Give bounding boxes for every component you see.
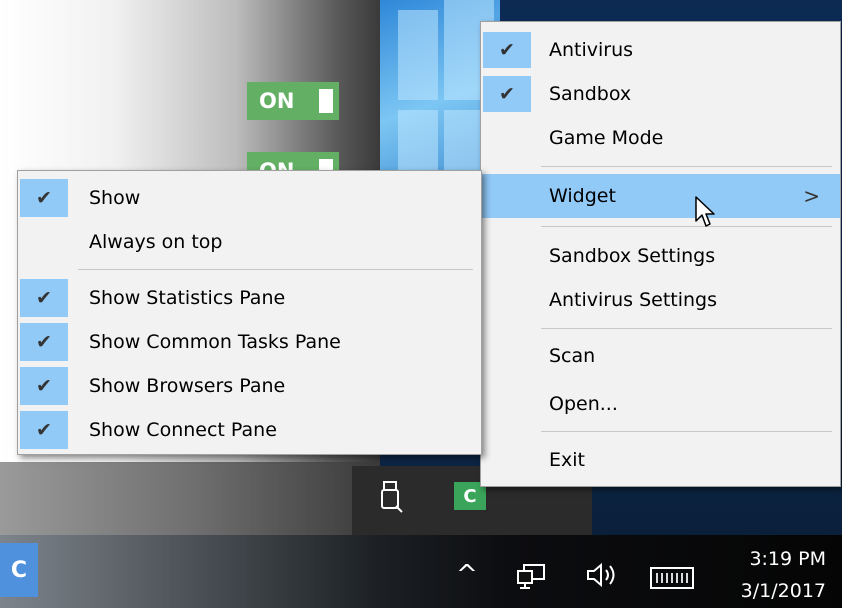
menu-item-show-statistics-pane[interactable]: ✔ Show Statistics Pane xyxy=(18,277,481,319)
checkmark-icon: ✔ xyxy=(499,39,515,61)
checkmark-icon: ✔ xyxy=(36,331,52,353)
clock-time: 3:19 PM xyxy=(749,548,826,570)
menu-item-label: Open... xyxy=(549,393,618,415)
menu-separator xyxy=(541,166,832,167)
taskbar-app-glyph: C xyxy=(10,557,28,583)
menu-item-show-browsers-pane[interactable]: ✔ Show Browsers Pane xyxy=(18,365,481,407)
menu-item-widget[interactable]: Widget > xyxy=(481,174,840,218)
menu-item-label: Antivirus Settings xyxy=(549,289,718,311)
menu-item-sandbox[interactable]: ✔ Sandbox xyxy=(481,74,840,114)
menu-item-label: Widget xyxy=(549,185,616,207)
menu-item-label: Show Connect Pane xyxy=(89,419,277,441)
taskbar-app-icon[interactable]: C xyxy=(0,543,38,597)
menu-item-antivirus-settings[interactable]: Antivirus Settings xyxy=(481,280,840,320)
menu-item-show-common-tasks-pane[interactable]: ✔ Show Common Tasks Pane xyxy=(18,321,481,363)
comodo-tray-icon-glyph: C xyxy=(463,485,477,507)
check-column: ✔ xyxy=(20,179,68,217)
check-column: ✔ xyxy=(20,279,68,317)
menu-item-show-connect-pane[interactable]: ✔ Show Connect Pane xyxy=(18,409,481,451)
taskbar xyxy=(0,535,842,608)
checkmark-icon: ✔ xyxy=(36,287,52,309)
menu-item-label: Show Browsers Pane xyxy=(89,375,286,397)
menu-separator xyxy=(541,328,832,329)
menu-item-always-on-top[interactable]: Always on top xyxy=(18,221,481,263)
touch-keyboard-icon[interactable] xyxy=(650,567,694,589)
menu-separator xyxy=(541,431,832,432)
menu-item-label: Scan xyxy=(549,345,596,367)
menu-item-sandbox-settings[interactable]: Sandbox Settings xyxy=(481,236,840,276)
widget-submenu: ✔ Show Always on top ✔ Show Statistics P… xyxy=(17,170,482,455)
check-column: ✔ xyxy=(20,411,68,449)
antivirus-toggle-label: ON xyxy=(259,89,295,113)
network-icon[interactable] xyxy=(515,563,547,591)
check-column: ✔ xyxy=(483,76,531,112)
keyboard-keys xyxy=(656,573,688,583)
menu-item-label: Show xyxy=(89,187,141,209)
menu-item-scan[interactable]: Scan xyxy=(481,336,840,376)
menu-item-label: Antivirus xyxy=(549,39,634,61)
show-hidden-icons-chevron-up-icon[interactable]: ^ xyxy=(456,560,478,590)
taskbar-clock[interactable]: 3:19 PM 3/1/2017 xyxy=(718,543,826,607)
checkmark-icon: ✔ xyxy=(36,419,52,441)
clock-date: 3/1/2017 xyxy=(740,580,826,602)
menu-item-game-mode[interactable]: Game Mode xyxy=(481,118,840,158)
antivirus-toggle[interactable]: ON xyxy=(247,82,339,120)
usb-device-icon[interactable] xyxy=(378,480,406,514)
menu-item-antivirus[interactable]: ✔ Antivirus xyxy=(481,30,840,70)
menu-separator xyxy=(541,226,832,227)
tray-context-menu: ✔ Antivirus ✔ Sandbox Game Mode Widget >… xyxy=(480,21,841,487)
checkmark-icon: ✔ xyxy=(36,375,52,397)
menu-item-label: Show Statistics Pane xyxy=(89,287,286,309)
checkmark-icon: ✔ xyxy=(499,83,515,105)
menu-item-label: Always on top xyxy=(89,231,223,253)
check-column: ✔ xyxy=(20,323,68,361)
menu-item-label: Sandbox Settings xyxy=(549,245,716,267)
menu-item-label: Game Mode xyxy=(549,127,664,149)
chevron-right-icon: > xyxy=(803,184,820,208)
check-column: ✔ xyxy=(483,32,531,68)
menu-separator xyxy=(78,269,473,270)
widget-panel-footer xyxy=(0,462,380,535)
menu-item-show[interactable]: ✔ Show xyxy=(18,177,481,219)
menu-item-exit[interactable]: Exit xyxy=(481,440,840,480)
menu-item-label: Exit xyxy=(549,449,585,471)
toggle-knob xyxy=(319,89,333,113)
menu-item-label: Show Common Tasks Pane xyxy=(89,331,341,353)
checkmark-icon: ✔ xyxy=(36,187,52,209)
mouse-pointer-icon xyxy=(695,196,715,227)
menu-item-label: Sandbox xyxy=(549,83,632,105)
menu-item-open[interactable]: Open... xyxy=(481,384,840,424)
check-column: ✔ xyxy=(20,367,68,405)
volume-icon[interactable] xyxy=(584,560,624,590)
